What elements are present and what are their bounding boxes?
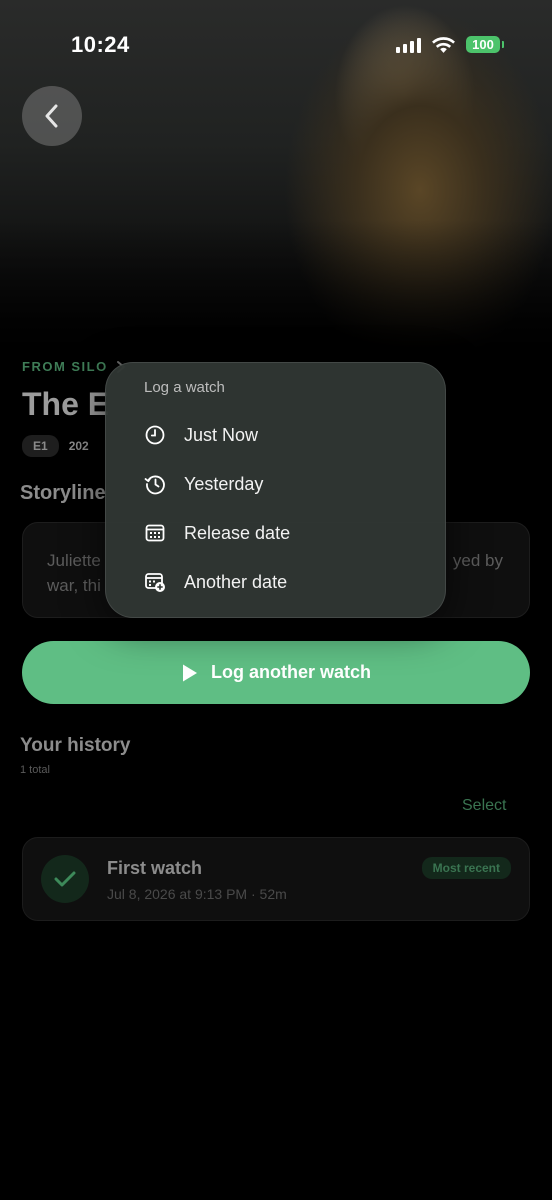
most-recent-badge: Most recent — [421, 857, 511, 879]
history-item-date: Jul 8, 2026 at 9:13 PM · 52m — [107, 886, 287, 902]
battery-icon: 100 — [466, 36, 504, 53]
storyline-text-line1: Juliette — [47, 551, 101, 570]
storyline-text-line1-end: yed by — [452, 551, 503, 570]
back-button[interactable] — [22, 86, 82, 146]
show-label: FROM SILO — [22, 359, 108, 374]
history-icon — [144, 473, 166, 495]
history-heading: Your history — [20, 735, 131, 756]
history-item-title: First watch — [107, 858, 203, 878]
wifi-icon — [432, 37, 455, 53]
chevron-left-icon — [45, 104, 58, 128]
status-bar: 10:24 100 — [0, 0, 552, 90]
clock-icon — [144, 424, 166, 446]
history-count: 1 total — [20, 764, 50, 776]
calendar-add-icon — [144, 571, 166, 593]
menu-item-just-now[interactable]: Just Now — [144, 424, 258, 446]
storyline-heading: Storyline — [20, 482, 106, 504]
menu-item-label: Just Now — [184, 424, 259, 445]
history-item[interactable]: First watch Jul 8, 2026 at 9:13 PM · 52m… — [22, 837, 530, 921]
calendar-icon — [144, 522, 166, 544]
episode-number-chip: E1 — [22, 435, 59, 457]
play-icon — [182, 664, 197, 681]
log-another-watch-label: Log another watch — [210, 662, 371, 682]
year-chip: 202 — [68, 439, 89, 453]
log-another-watch-button[interactable]: Log another watch — [22, 641, 530, 704]
select-button[interactable]: Select — [462, 797, 506, 815]
menu-item-label: Release date — [184, 522, 291, 543]
menu-item-label: Yesterday — [184, 473, 264, 494]
menu-item-another-date[interactable]: Another date — [144, 571, 287, 593]
menu-item-yesterday[interactable]: Yesterday — [144, 473, 263, 495]
cellular-signal-icon — [396, 37, 421, 53]
menu-title: Log a watch — [144, 379, 225, 396]
watched-check-icon — [41, 855, 89, 903]
status-time: 10:24 — [71, 32, 130, 57]
menu-item-label: Another date — [184, 571, 288, 592]
episode-title: The E — [22, 386, 110, 422]
menu-item-release-date[interactable]: Release date — [144, 522, 290, 544]
log-watch-menu: Log a watch Just Now Yesterday Release d… — [105, 362, 446, 618]
episode-meta-chips: E1 202 — [22, 435, 89, 457]
